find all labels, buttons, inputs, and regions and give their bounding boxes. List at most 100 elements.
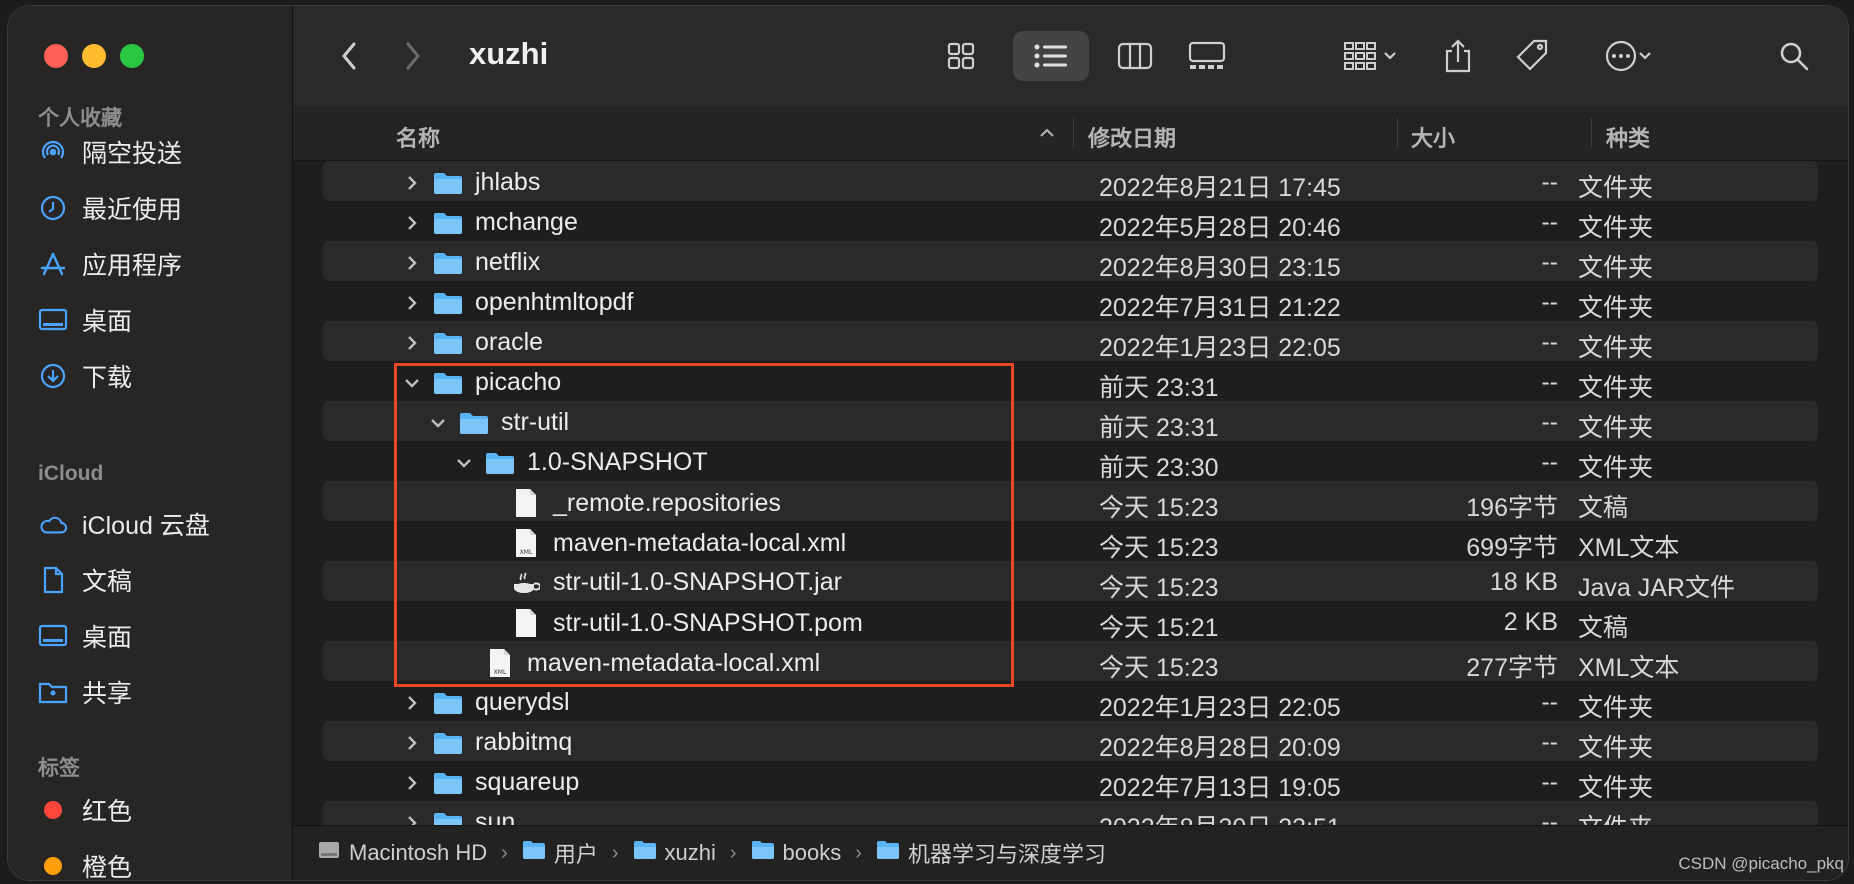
table-row[interactable]: mchange 2022年5月28日 20:46 -- 文件夹 bbox=[323, 201, 1818, 242]
sidebar-item-recents[interactable]: 最近使用 bbox=[38, 184, 182, 232]
view-columns-button[interactable] bbox=[1109, 31, 1161, 81]
sidebar-tag-orange[interactable]: 橙色 bbox=[38, 842, 132, 880]
column-size[interactable]: 大小 bbox=[1411, 121, 1455, 153]
window-controls bbox=[44, 44, 144, 68]
sidebar-item-shared[interactable]: 共享 bbox=[38, 668, 132, 716]
column-separator[interactable] bbox=[1591, 118, 1592, 148]
column-separator[interactable] bbox=[1073, 118, 1074, 148]
file-size: -- bbox=[1541, 288, 1558, 316]
disclosure-expanded-icon[interactable] bbox=[429, 414, 447, 432]
column-separator[interactable] bbox=[1397, 118, 1398, 148]
document-file-icon bbox=[511, 608, 541, 638]
disclosure-collapsed-icon[interactable] bbox=[403, 774, 421, 792]
table-row[interactable]: 1.0-SNAPSHOT 前天 23:30 -- 文件夹 bbox=[323, 441, 1818, 482]
forward-button[interactable] bbox=[393, 31, 433, 81]
table-row[interactable]: oracle 2022年1月23日 22:05 -- 文件夹 bbox=[323, 321, 1818, 362]
more-actions-button[interactable] bbox=[1593, 31, 1663, 81]
minimize-button[interactable] bbox=[82, 44, 106, 68]
table-row[interactable]: openhtmltopdf 2022年7月31日 21:22 -- 文件夹 bbox=[323, 281, 1818, 322]
file-kind: Java JAR文件 bbox=[1578, 574, 1735, 602]
path-segment[interactable]: 用户 bbox=[522, 837, 598, 869]
disclosure-expanded-icon[interactable] bbox=[455, 454, 473, 472]
svg-text:XML: XML bbox=[494, 669, 507, 676]
sidebar-item-label: 最近使用 bbox=[82, 196, 183, 224]
disclosure-collapsed-icon[interactable] bbox=[403, 694, 421, 712]
table-row[interactable]: str-util-1.0-SNAPSHOT.pom 今天 15:21 2 KB 文稿 bbox=[323, 601, 1818, 642]
disclosure-collapsed-icon[interactable] bbox=[403, 214, 421, 232]
tag-button[interactable] bbox=[1505, 31, 1561, 81]
share-button[interactable] bbox=[1433, 31, 1483, 81]
sidebar-item-downloads[interactable]: 下载 bbox=[38, 352, 132, 400]
file-size: -- bbox=[1541, 688, 1558, 716]
orange-tag-icon bbox=[44, 857, 62, 875]
table-row[interactable]: netflix 2022年8月30日 23:15 -- 文件夹 bbox=[323, 241, 1818, 282]
view-gallery-button[interactable] bbox=[1179, 31, 1235, 81]
table-row[interactable]: _remote.repositories 今天 15:23 196字节 文稿 bbox=[323, 481, 1818, 522]
sidebar-item-icloud-drive[interactable]: iCloud 云盘 bbox=[38, 500, 210, 548]
file-kind: XML文本 bbox=[1578, 654, 1680, 682]
view-list-button[interactable] bbox=[1013, 31, 1089, 81]
table-row[interactable]: picacho 前天 23:31 -- 文件夹 bbox=[323, 361, 1818, 402]
file-name-cell: str-util-1.0-SNAPSHOT.pom bbox=[481, 608, 863, 638]
disclosure-collapsed-icon[interactable] bbox=[403, 174, 421, 192]
sidebar-item-documents[interactable]: 文稿 bbox=[38, 556, 132, 604]
path-segment[interactable]: books bbox=[751, 840, 841, 866]
modified-date: 2022年7月31日 21:22 bbox=[1099, 294, 1341, 322]
cloud-icon bbox=[38, 509, 68, 539]
file-size: -- bbox=[1541, 768, 1558, 796]
search-button[interactable] bbox=[1769, 31, 1819, 81]
table-row[interactable]: querydsl 2022年1月23日 22:05 -- 文件夹 bbox=[323, 681, 1818, 722]
file-size: -- bbox=[1541, 808, 1558, 825]
path-segment[interactable]: xuzhi bbox=[633, 840, 716, 866]
sidebar-item-applications[interactable]: 应用程序 bbox=[38, 240, 182, 288]
sidebar-tag-red[interactable]: 红色 bbox=[38, 786, 132, 834]
sidebar-section-icloud: iCloud bbox=[38, 462, 104, 485]
sidebar-item-label: 隔空投送 bbox=[82, 140, 183, 168]
folder-icon bbox=[433, 811, 463, 825]
disclosure-collapsed-icon[interactable] bbox=[403, 334, 421, 352]
search-icon bbox=[1780, 42, 1809, 71]
view-icons-button[interactable] bbox=[935, 31, 987, 81]
disclosure-expanded-icon[interactable] bbox=[403, 374, 421, 392]
file-name: querydsl bbox=[475, 688, 570, 716]
back-button[interactable] bbox=[329, 31, 369, 81]
chevron-right-icon: › bbox=[729, 841, 737, 864]
table-row[interactable]: str-util 前天 23:31 -- 文件夹 bbox=[323, 401, 1818, 442]
sidebar-item-desktop[interactable]: 桌面 bbox=[38, 296, 132, 344]
column-date[interactable]: 修改日期 bbox=[1088, 121, 1176, 153]
sidebar-item-label: 共享 bbox=[82, 680, 133, 708]
file-name: _remote.repositories bbox=[553, 488, 781, 517]
disclosure-collapsed-icon[interactable] bbox=[403, 254, 421, 272]
grid-icon bbox=[947, 42, 975, 70]
table-row[interactable]: sun 2022年8月30日 23:51 -- 文件夹 bbox=[323, 801, 1818, 825]
column-name[interactable]: 名称 bbox=[396, 121, 440, 153]
file-size: 277字节 bbox=[1466, 654, 1558, 682]
path-segment[interactable]: 机器学习与深度学习 bbox=[876, 837, 1106, 869]
table-row[interactable]: str-util-1.0-SNAPSHOT.jar 今天 15:23 18 KB Ja… bbox=[323, 561, 1818, 602]
disclosure-collapsed-icon[interactable] bbox=[403, 734, 421, 752]
sidebar-item-airdrop[interactable]: 隔空投送 bbox=[38, 128, 182, 176]
table-row[interactable]: XML maven-metadata-local.xml 今天 15:23 277字节… bbox=[323, 641, 1818, 682]
modified-date: 2022年8月21日 17:45 bbox=[1099, 174, 1341, 202]
sidebar-item-icloud-desktop[interactable]: 桌面 bbox=[38, 612, 132, 660]
folder-icon bbox=[433, 771, 463, 795]
column-kind[interactable]: 种类 bbox=[1606, 121, 1650, 153]
table-row[interactable]: rabbitmq 2022年8月28日 20:09 -- 文件夹 bbox=[323, 721, 1818, 762]
disclosure-collapsed-icon[interactable] bbox=[403, 814, 421, 825]
watermark: CSDN @picacho_pkq bbox=[1678, 854, 1844, 873]
path-segment[interactable]: Macintosh HD bbox=[317, 839, 487, 867]
hard-drive-icon bbox=[317, 839, 341, 867]
share-icon bbox=[1445, 39, 1471, 73]
disclosure-collapsed-icon[interactable] bbox=[403, 294, 421, 312]
table-row[interactable]: jhlabs 2022年8月21日 17:45 -- 文件夹 bbox=[323, 161, 1818, 202]
file-kind: 文件夹 bbox=[1578, 294, 1654, 322]
file-size: -- bbox=[1541, 728, 1558, 756]
table-row[interactable]: XML maven-metadata-local.xml 今天 15:23 699字节… bbox=[323, 521, 1818, 562]
group-button[interactable] bbox=[1333, 31, 1407, 81]
close-button[interactable] bbox=[44, 44, 68, 68]
zoom-button[interactable] bbox=[120, 44, 144, 68]
sidebar-item-label: 下载 bbox=[82, 364, 133, 392]
table-row[interactable]: squareup 2022年7月13日 19:05 -- 文件夹 bbox=[323, 761, 1818, 802]
folder-icon bbox=[751, 840, 775, 866]
chevron-right-icon: › bbox=[855, 841, 862, 864]
